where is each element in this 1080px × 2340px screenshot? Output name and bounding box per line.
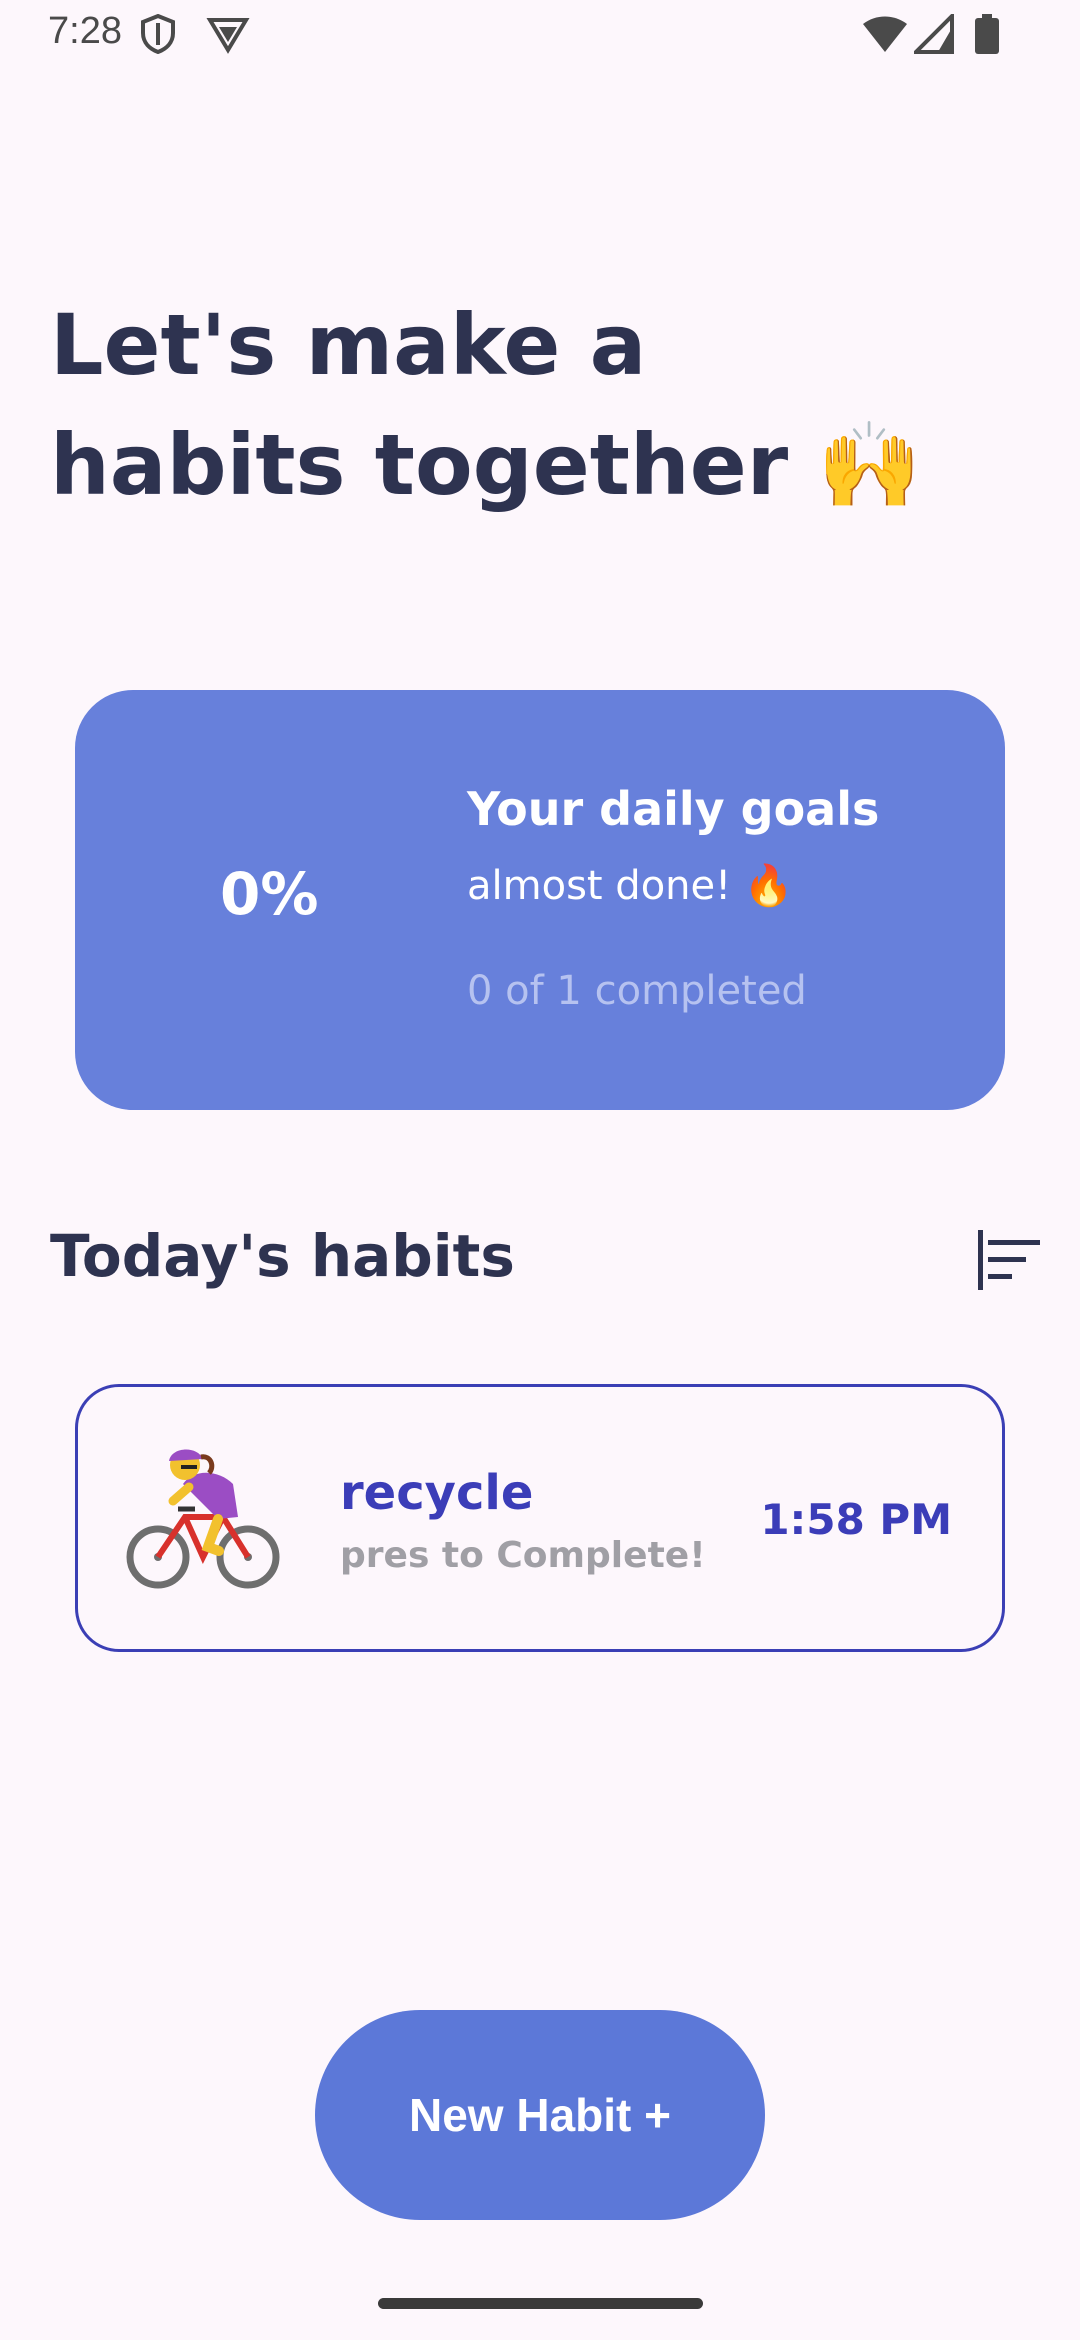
section-title: Today's habits	[50, 1222, 515, 1290]
habit-time: 1:58 PM	[760, 1495, 952, 1544]
new-habit-button[interactable]: New Habit +	[315, 2010, 765, 2220]
habit-name: recycle	[340, 1465, 534, 1521]
page-title: Let's make a habits together 🙌	[50, 285, 950, 525]
goal-title: Your daily goals	[467, 782, 880, 836]
signal-icon	[914, 14, 954, 54]
woman-biking-icon	[126, 1449, 280, 1589]
vpn-icon	[206, 18, 250, 54]
title-line-2: habits together 🙌	[50, 405, 950, 525]
goal-progress-text: 0 of 1 completed	[467, 968, 807, 1014]
habit-hint: pres to Complete!	[340, 1535, 706, 1576]
goal-subtitle: almost done! 🔥	[467, 863, 794, 909]
raising-hands-icon: 🙌	[817, 416, 922, 514]
goal-percent: 0%	[220, 860, 319, 928]
status-time: 7:28	[48, 10, 122, 52]
habit-home-screen: 7:28 Let's make a habits together 🙌 0% Y…	[0, 0, 1080, 2340]
wifi-icon	[863, 16, 907, 52]
title-line-1: Let's make a	[50, 296, 647, 394]
daily-goal-card: 0% Your daily goals almost done! 🔥 0 of …	[75, 690, 1005, 1110]
habit-card[interactable]: recycle pres to Complete! 1:58 PM	[75, 1384, 1005, 1652]
title-line-2-text: habits together	[50, 416, 789, 514]
status-bar: 7:28	[0, 0, 1080, 70]
sort-icon[interactable]	[972, 1228, 1042, 1292]
battery-icon	[975, 14, 999, 54]
home-indicator[interactable]	[378, 2298, 703, 2309]
shield-icon	[141, 14, 175, 54]
